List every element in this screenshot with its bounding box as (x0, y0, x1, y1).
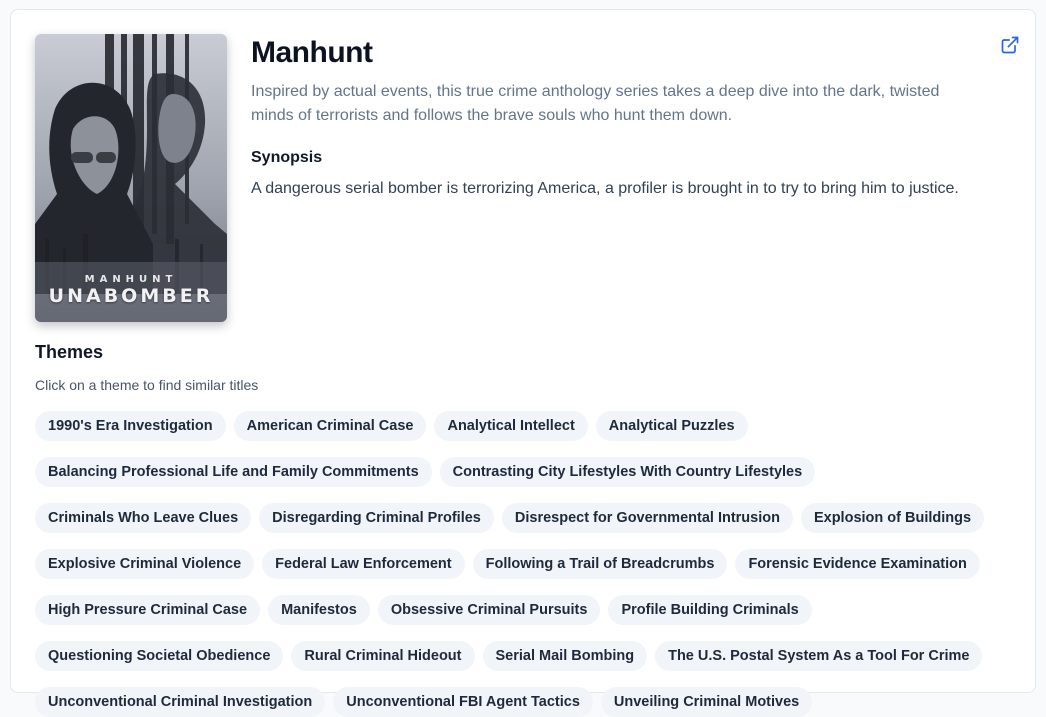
theme-chip[interactable]: High Pressure Criminal Case (35, 595, 261, 625)
theme-chip[interactable]: Unveiling Criminal Motives (600, 687, 813, 717)
theme-chip[interactable]: Rural Criminal Hideout (291, 641, 475, 671)
theme-chip[interactable]: Federal Law Enforcement (262, 549, 465, 579)
theme-chip[interactable]: Unconventional FBI Agent Tactics (333, 687, 593, 717)
theme-chip[interactable]: Profile Building Criminals (608, 595, 812, 625)
external-link-icon (1001, 36, 1019, 54)
external-link-button[interactable] (999, 34, 1021, 56)
theme-chip[interactable]: American Criminal Case (233, 411, 427, 441)
theme-chip[interactable]: Balancing Professional Life and Family C… (35, 457, 432, 487)
show-header: MANHUNT UNABOMBER Manhunt Inspired by ac… (35, 34, 1011, 322)
theme-chip[interactable]: Analytical Puzzles (595, 411, 748, 441)
themes-heading: Themes (35, 342, 104, 362)
theme-chip[interactable]: Criminals Who Leave Clues (35, 503, 252, 533)
theme-chip[interactable]: Questioning Societal Obedience (35, 641, 284, 671)
theme-chip[interactable]: Explosion of Buildings (800, 503, 985, 533)
theme-chip[interactable]: 1990's Era Investigation (35, 411, 226, 441)
poster-title: UNABOMBER (48, 285, 214, 307)
theme-chip[interactable]: Explosive Criminal Violence (35, 549, 255, 579)
synopsis-heading: Synopsis (251, 149, 323, 166)
theme-chip[interactable]: The U.S. Postal System As a Tool For Cri… (655, 641, 983, 671)
theme-chip[interactable]: Contrasting City Lifestyles With Country… (439, 457, 816, 487)
show-info: Manhunt Inspired by actual events, this … (251, 34, 971, 201)
themes-section: Themes Click on a theme to find similar … (35, 340, 1011, 717)
show-tagline: Inspired by actual events, this true cri… (251, 83, 940, 124)
theme-chip[interactable]: Obsessive Criminal Pursuits (377, 595, 601, 625)
theme-chip[interactable]: Serial Mail Bombing (482, 641, 648, 671)
theme-chip[interactable]: Forensic Evidence Examination (735, 549, 980, 579)
theme-chip-list: 1990's Era Investigation American Crimina… (35, 411, 1011, 717)
themes-subheading: Click on a theme to find similar titles (35, 377, 259, 393)
theme-chip[interactable]: Following a Trail of Breadcrumbs (472, 549, 728, 579)
theme-chip[interactable]: Unconventional Criminal Investigation (35, 687, 326, 717)
show-title: Manhunt (251, 36, 373, 69)
synopsis-text: A dangerous serial bomber is terrorizing… (251, 180, 959, 197)
theme-chip[interactable]: Disregarding Criminal Profiles (259, 503, 494, 533)
theme-chip[interactable]: Analytical Intellect (434, 411, 588, 441)
poster-image: MANHUNT UNABOMBER (35, 34, 227, 322)
poster-subtitle: MANHUNT (84, 274, 178, 285)
theme-chip[interactable]: Disrespect for Governmental Intrusion (501, 503, 793, 533)
theme-chip[interactable]: Manifestos (268, 595, 370, 625)
show-card: MANHUNT UNABOMBER Manhunt Inspired by ac… (10, 9, 1036, 717)
